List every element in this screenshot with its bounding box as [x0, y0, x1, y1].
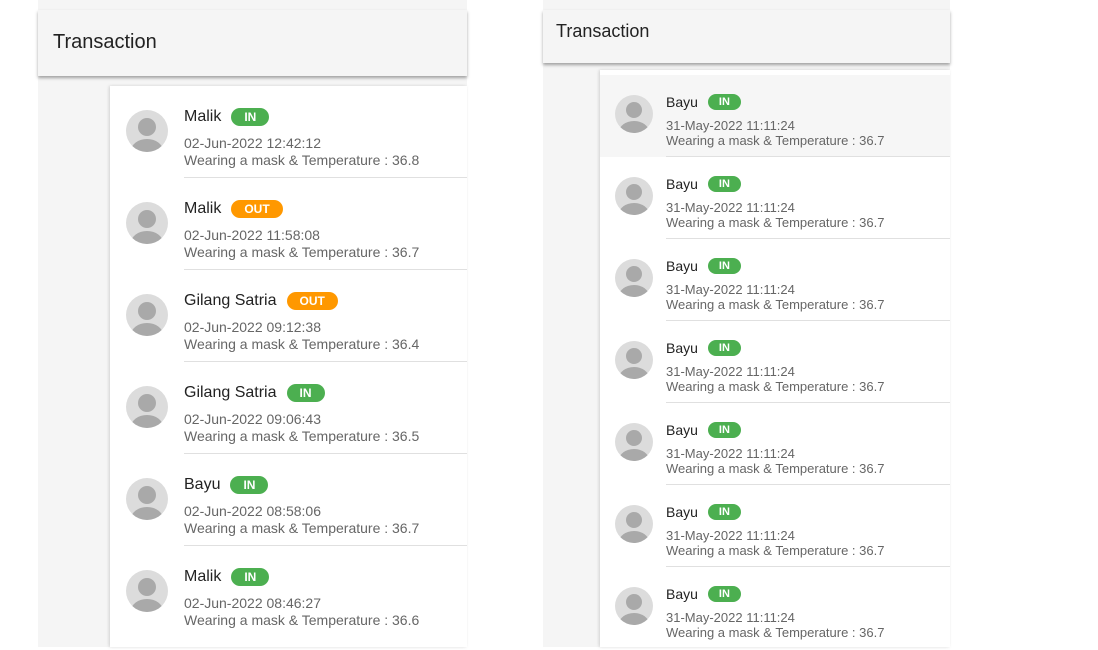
user-avatar-icon [615, 259, 653, 297]
status-badge: IN [707, 258, 741, 274]
transaction-item[interactable]: Bayu IN 31-May-2022 11:11:24 Wearing a mask… [600, 485, 950, 567]
transaction-description: Wearing a mask & Temperature : 36.7 [666, 543, 885, 558]
status-badge: IN [231, 568, 270, 586]
name-line: Gilang Satria IN [184, 384, 325, 402]
transaction-item[interactable]: Malik IN 02-Jun-2022 12:42:12 Wearing a mas… [110, 86, 467, 178]
transaction-datetime: 31-May-2022 11:11:24 [666, 528, 795, 543]
name-line: Gilang Satria OUT [184, 292, 338, 310]
transaction-datetime: 31-May-2022 11:11:24 [666, 446, 795, 461]
transaction-datetime: 31-May-2022 11:11:24 [666, 364, 795, 379]
person-name: Bayu [184, 476, 221, 493]
transaction-description: Wearing a mask & Temperature : 36.7 [666, 297, 885, 312]
transaction-description: Wearing a mask & Temperature : 36.4 [184, 336, 420, 352]
name-line: Bayu IN [666, 504, 741, 520]
transaction-description: Wearing a mask & Temperature : 36.7 [666, 625, 885, 640]
transaction-panel-left: Transaction Malik IN 02-Jun-2022 12:42:12 W… [38, 0, 467, 647]
user-avatar-icon [615, 95, 653, 133]
transaction-description: Wearing a mask & Temperature : 36.7 [666, 379, 885, 394]
transaction-item[interactable]: Bayu IN 31-May-2022 11:11:24 Wearing a mask… [600, 321, 950, 403]
person-name: Bayu [666, 422, 698, 438]
transaction-panel-right: Transaction Bayu IN 31-May-2022 11:11:24 We… [543, 0, 950, 647]
transaction-datetime: 31-May-2022 11:11:24 [666, 610, 795, 625]
transaction-datetime: 02-Jun-2022 11:58:08 [184, 227, 320, 243]
person-name: Gilang Satria [184, 292, 277, 309]
transaction-description: Wearing a mask & Temperature : 36.7 [666, 215, 885, 230]
name-line: Bayu IN [666, 340, 741, 356]
panel-title: Transaction [556, 21, 650, 41]
transaction-item[interactable]: Bayu IN 31-May-2022 11:11:24 Wearing a mask… [600, 403, 950, 485]
status-badge: IN [707, 176, 741, 192]
name-line: Bayu IN [666, 258, 741, 274]
name-line: Bayu IN [666, 422, 741, 438]
status-badge: IN [286, 384, 325, 402]
user-avatar-icon [126, 202, 168, 244]
person-name: Malik [184, 568, 222, 585]
status-badge: OUT [231, 200, 283, 218]
name-line: Malik IN [184, 108, 270, 126]
transaction-item[interactable]: Gilang Satria IN 02-Jun-2022 09:06:43 Weari… [110, 362, 467, 454]
user-avatar-icon [126, 294, 168, 336]
transaction-item[interactable]: Bayu IN 31-May-2022 11:11:24 Wearing a mask… [600, 157, 950, 239]
person-name: Bayu [666, 258, 698, 274]
person-name: Bayu [666, 586, 698, 602]
person-name: Bayu [666, 504, 698, 520]
transaction-list: Bayu IN 31-May-2022 11:11:24 Wearing a mask… [600, 70, 950, 647]
person-name: Malik [184, 108, 222, 125]
transaction-item[interactable]: Bayu IN 31-May-2022 11:11:24 Wearing a mask… [600, 239, 950, 321]
transaction-description: Wearing a mask & Temperature : 36.7 [666, 461, 885, 476]
transaction-datetime: 02-Jun-2022 09:12:38 [184, 319, 321, 335]
status-badge: OUT [286, 292, 338, 310]
status-badge: IN [231, 108, 270, 126]
panel-title: Transaction [53, 31, 157, 53]
user-avatar-icon [615, 423, 653, 461]
transaction-item[interactable]: Bayu IN 31-May-2022 11:11:24 Wearing a mask… [600, 567, 950, 649]
transaction-datetime: 31-May-2022 11:11:24 [666, 200, 795, 215]
transaction-datetime: 31-May-2022 11:11:24 [666, 282, 795, 297]
user-avatar-icon [126, 478, 168, 520]
transaction-datetime: 02-Jun-2022 08:46:27 [184, 595, 321, 611]
status-badge: IN [707, 504, 741, 520]
person-name: Bayu [666, 176, 698, 192]
transaction-item[interactable]: Bayu IN 02-Jun-2022 08:58:06 Wearing a mask… [110, 454, 467, 546]
transaction-description: Wearing a mask & Temperature : 36.5 [184, 428, 420, 444]
transaction-item[interactable]: Malik IN 02-Jun-2022 08:46:27 Wearing a mas… [110, 546, 467, 638]
transaction-description: Wearing a mask & Temperature : 36.8 [184, 152, 420, 168]
transaction-description: Wearing a mask & Temperature : 36.6 [184, 612, 420, 628]
status-badge: IN [230, 476, 269, 494]
transaction-item[interactable]: Malik OUT 02-Jun-2022 11:58:08 Wearing a ma… [110, 178, 467, 270]
person-name: Gilang Satria [184, 384, 277, 401]
person-name: Bayu [666, 94, 698, 110]
status-badge: IN [707, 422, 741, 438]
transaction-item[interactable]: Gilang Satria OUT 02-Jun-2022 09:12:38 Wear… [110, 270, 467, 362]
user-avatar-icon [126, 110, 168, 152]
user-avatar-icon [615, 505, 653, 543]
name-line: Bayu IN [666, 586, 741, 602]
panel-header: Transaction [38, 10, 467, 76]
transaction-item[interactable]: Bayu IN 31-May-2022 11:11:24 Wearing a mask… [600, 75, 950, 157]
transaction-datetime: 02-Jun-2022 08:58:06 [184, 503, 321, 519]
transaction-description: Wearing a mask & Temperature : 36.7 [184, 520, 420, 536]
status-badge: IN [707, 586, 741, 602]
transaction-list: Malik IN 02-Jun-2022 12:42:12 Wearing a mas… [110, 86, 467, 647]
name-line: Malik IN [184, 568, 270, 586]
transaction-description: Wearing a mask & Temperature : 36.7 [184, 244, 420, 260]
transaction-datetime: 02-Jun-2022 12:42:12 [184, 135, 321, 151]
name-line: Bayu IN [184, 476, 269, 494]
name-line: Bayu IN [666, 176, 741, 192]
user-avatar-icon [615, 341, 653, 379]
status-badge: IN [707, 94, 741, 110]
user-avatar-icon [615, 587, 653, 625]
panel-header: Transaction [543, 10, 950, 63]
transaction-description: Wearing a mask & Temperature : 36.7 [666, 133, 885, 148]
person-name: Malik [184, 200, 222, 217]
name-line: Bayu IN [666, 94, 741, 110]
transaction-datetime: 02-Jun-2022 09:06:43 [184, 411, 321, 427]
name-line: Malik OUT [184, 200, 283, 218]
user-avatar-icon [615, 177, 653, 215]
person-name: Bayu [666, 340, 698, 356]
user-avatar-icon [126, 386, 168, 428]
transaction-datetime: 31-May-2022 11:11:24 [666, 118, 795, 133]
user-avatar-icon [126, 570, 168, 612]
status-badge: IN [707, 340, 741, 356]
